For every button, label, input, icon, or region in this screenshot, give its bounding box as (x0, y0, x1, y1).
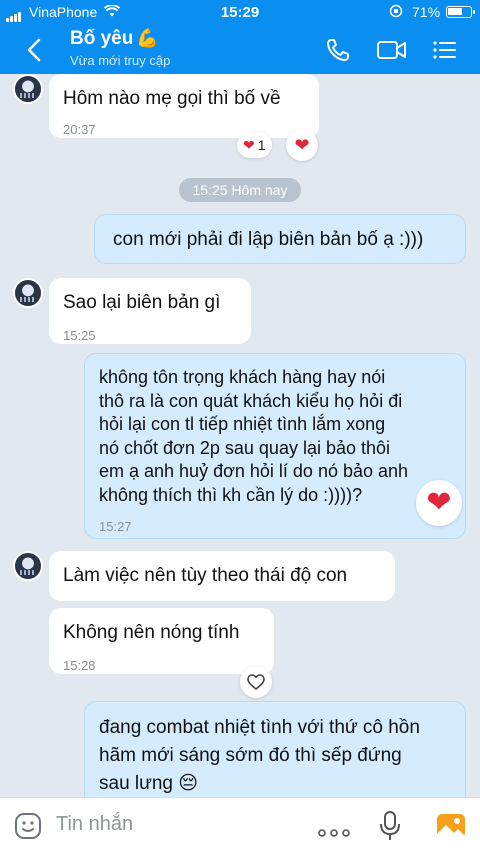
heart-icon: ❤ (426, 486, 452, 519)
message-text: đang combat nhiệt tình với thứ cô hồn hã… (99, 702, 451, 797)
rotation-lock-icon (389, 4, 403, 21)
message-line: nó chốt đơn 2p sau quay lại bảo thôi (99, 437, 391, 458)
muscle-emoji: 💪 (136, 28, 159, 48)
more-icon[interactable] (318, 824, 350, 842)
message-text: con mới phải đi lập biên bản bố ạ :))) (113, 229, 424, 250)
message-text: Làm việc nên tùy theo thái độ con (63, 565, 348, 586)
heart-icon: ❤ (243, 136, 255, 153)
message-line: đang combat nhiệt tình với thứ cô hồn (99, 717, 420, 738)
incoming-message[interactable]: Hôm nào mẹ gọi thì bố về 20:37 (49, 74, 319, 138)
message-line: không tôn trọng khách hàng hay nói (99, 367, 386, 387)
message-line: không thích thì kh cần lý do :))))? (99, 484, 363, 505)
message-time: 15:25 (63, 328, 96, 343)
message-line: thô ra là con quát khách kiểu họ hỏi đi (99, 390, 403, 411)
outgoing-message[interactable]: đang combat nhiệt tình với thứ cô hồn hã… (84, 701, 466, 797)
message-time: 20:37 (63, 122, 96, 137)
message-text: không tôn trọng khách hàng hay nói thô r… (99, 354, 451, 507)
contact-name-text: Bố yêu (70, 28, 134, 49)
outgoing-message[interactable]: con mới phải đi lập biên bản bố ạ :))) (94, 214, 466, 264)
sticker-icon[interactable] (14, 812, 42, 845)
back-button[interactable] (22, 36, 46, 64)
message-line: hãm mới sáng sớm đó thì sếp đứng (99, 745, 402, 766)
video-camera-icon[interactable] (376, 36, 406, 64)
message-list[interactable]: Hôm nào mẹ gọi thì bố về 20:37 ❤ 1 ❤ 15:… (0, 74, 480, 797)
message-input[interactable]: Tin nhắn (56, 813, 133, 836)
message-input-bar: Tin nhắn (0, 797, 480, 853)
like-reaction-button[interactable] (240, 666, 272, 698)
message-line: em ạ anh huỷ đơn hỏi lí do nó bảo anh (99, 461, 409, 481)
contact-status: Vừa mới truy cập (70, 53, 171, 68)
incoming-message[interactable]: Không nên nóng tính 15:28 (49, 608, 274, 674)
avatar[interactable] (13, 74, 43, 104)
status-time: 15:29 (220, 4, 260, 21)
phone-icon[interactable] (324, 36, 354, 64)
contact-name[interactable]: Bố yêu 💪 (70, 28, 159, 50)
message-text: Sao lại biên bản gì (63, 292, 221, 313)
battery-icon (446, 6, 475, 18)
outgoing-message[interactable]: không tôn trọng khách hàng hay nói thô r… (84, 353, 466, 539)
heart-reaction-button[interactable]: ❤ (286, 129, 318, 161)
reaction-summary[interactable]: ❤ 1 (237, 132, 272, 158)
microphone-icon[interactable] (378, 810, 402, 847)
message-text: Không nên nóng tính (63, 622, 240, 643)
message-line: hỏi lại con tl tiếp nhiệt tình lắm xong (99, 414, 386, 434)
message-line: sau lưng 😔 (99, 773, 199, 794)
menu-list-icon[interactable] (430, 36, 460, 64)
message-time: 15:28 (63, 658, 96, 673)
reaction-count: 1 (257, 137, 266, 153)
heart-reaction-button[interactable]: ❤ (416, 480, 462, 526)
avatar[interactable] (13, 551, 43, 581)
heart-outline-icon (247, 674, 265, 690)
chat-header: VinaPhone 15:29 71% Bố yêu 💪 Vừa mới truy… (0, 0, 480, 74)
status-bar: VinaPhone 15:29 71% (0, 0, 480, 24)
date-divider: 15:25 Hôm nay (179, 178, 301, 202)
avatar[interactable] (13, 278, 43, 308)
heart-icon: ❤ (294, 134, 310, 155)
image-icon[interactable] (436, 812, 466, 845)
incoming-message[interactable]: Làm việc nên tùy theo thái độ con (49, 551, 395, 601)
incoming-message[interactable]: Sao lại biên bản gì 15:25 (49, 278, 251, 344)
message-time: 15:27 (99, 519, 132, 534)
battery-percent: 71% (412, 4, 441, 20)
message-text: Hôm nào mẹ gọi thì bố về (63, 88, 281, 109)
